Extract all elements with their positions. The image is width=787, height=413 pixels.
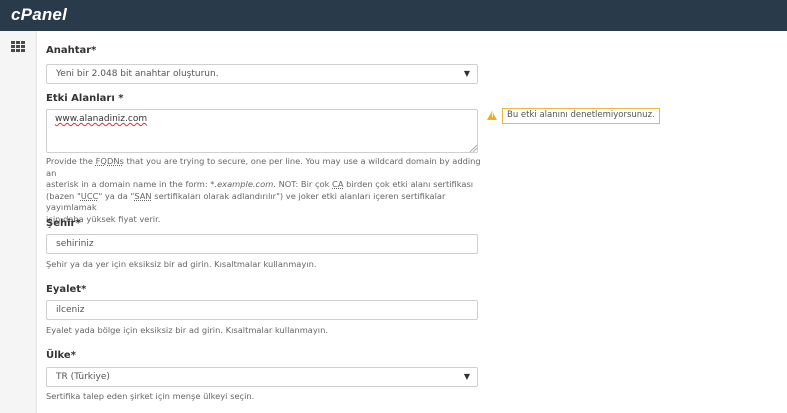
ucc-abbr: UCC: [80, 190, 99, 201]
warning-icon: [487, 111, 497, 120]
domains-value: www.alanadiniz.com: [55, 114, 148, 124]
city-input-value: sehiriniz: [56, 239, 94, 249]
cpanel-logo[interactable]: cPanel: [11, 5, 67, 25]
domains-help-line-4: için daha yüksek fiyat verir.: [46, 213, 161, 224]
country-label: Ülke*: [46, 350, 76, 361]
fqdn-abbr: FQDNs: [95, 156, 124, 166]
state-input[interactable]: ilceniz: [46, 300, 478, 320]
chevron-down-icon: ▼: [463, 69, 470, 78]
domains-help-line-1: Provide the FQDNs that you are trying to…: [46, 156, 481, 178]
sidebar: [0, 31, 37, 413]
domains-help-line-2: asterisk in a domain name in the form: *…: [46, 179, 474, 190]
state-help: Eyalet yada bölge için eksiksiz bir ad g…: [46, 325, 328, 335]
key-select-value: Yeni bir 2.048 bit anahtar oluşturun.: [56, 69, 219, 79]
country-help: Sertifika talep eden şirket için menşe ü…: [46, 391, 255, 401]
chevron-down-icon: ▼: [463, 372, 470, 381]
domains-label: Etki Alanları *: [46, 93, 124, 104]
grid-icon[interactable]: [11, 41, 26, 54]
key-select[interactable]: Yeni bir 2.048 bit anahtar oluşturun. ▼: [46, 64, 478, 84]
state-label: Eyalet*: [46, 284, 87, 295]
top-bar: cPanel: [0, 0, 787, 31]
country-select[interactable]: TR (Türkiye) ▼: [46, 367, 478, 387]
domains-help-line-3: (bazen "UCC" ya da "SAN sertifikaları ol…: [46, 190, 446, 213]
san-abbr: SAN: [134, 190, 152, 201]
domains-help: Provide the FQDNs that you are trying to…: [46, 156, 486, 226]
resize-handle[interactable]: [470, 145, 477, 152]
state-input-value: ilceniz: [56, 305, 85, 315]
ca-abbr: CA: [332, 179, 344, 190]
city-label: Şehir*: [46, 218, 81, 229]
key-label: Anahtar*: [46, 45, 97, 56]
domain-warning-message: Bu etki alanını denetlemiyorsunuz.: [502, 108, 660, 124]
city-help: Şehir ya da yer için eksiksiz bir ad gir…: [46, 259, 317, 269]
city-input[interactable]: sehiriniz: [46, 234, 478, 254]
country-select-value: TR (Türkiye): [56, 372, 110, 382]
